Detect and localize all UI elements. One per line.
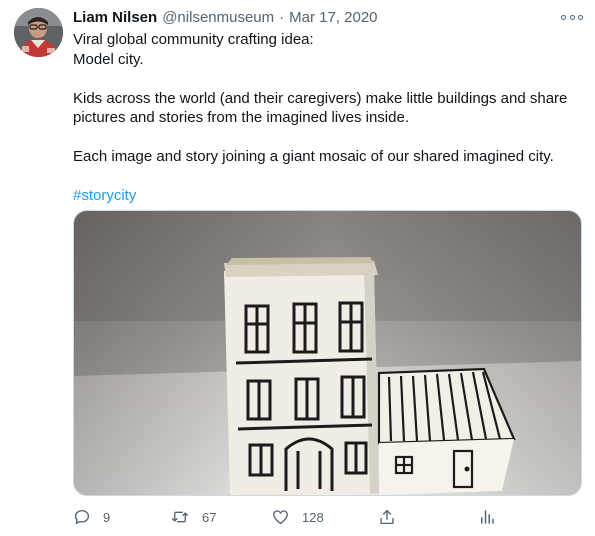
- retweet-button[interactable]: 67: [170, 505, 216, 529]
- text-line: Model city.: [73, 50, 144, 68]
- heart-icon: [273, 510, 288, 525]
- more-icon[interactable]: [561, 9, 583, 25]
- like-count: 128: [302, 509, 324, 525]
- text-line: Viral global community crafting idea:: [73, 31, 314, 48]
- analytics-icon: [481, 510, 494, 524]
- like-button[interactable]: 128: [271, 505, 324, 529]
- share-button[interactable]: [378, 505, 396, 529]
- tweet-text: Viral global community crafting idea: Mo…: [73, 30, 583, 206]
- tweet-photo[interactable]: [73, 210, 582, 496]
- retweet-count: 67: [202, 509, 217, 525]
- reply-count: 9: [103, 509, 111, 525]
- hashtag-link[interactable]: #storycity: [73, 187, 136, 204]
- author-name[interactable]: Liam Nilsen: [73, 9, 157, 26]
- photo-image: [74, 211, 581, 495]
- tweet-date[interactable]: Mar 17, 2020: [289, 9, 377, 26]
- tweet-header: Liam Nilsen @nilsenmuseum · Mar 17, 2020: [73, 9, 378, 29]
- reply-button[interactable]: 9: [73, 505, 110, 529]
- tweet: Liam Nilsen @nilsenmuseum · Mar 17, 2020…: [0, 0, 595, 536]
- text-line: pictures and stories from the imagined l…: [73, 109, 409, 126]
- tweet-actions: 9 67 128: [73, 505, 503, 529]
- reply-icon: [74, 509, 90, 525]
- author-handle[interactable]: @nilsenmuseum: [162, 9, 274, 26]
- separator-dot: ·: [279, 9, 285, 26]
- text-line: Kids across the world (and their caregiv…: [73, 89, 568, 107]
- retweet-icon: [171, 511, 189, 523]
- avatar[interactable]: [14, 8, 63, 57]
- share-icon: [380, 509, 394, 525]
- analytics-button[interactable]: [478, 505, 496, 529]
- text-line: Each image and story joining a giant mos…: [73, 148, 554, 165]
